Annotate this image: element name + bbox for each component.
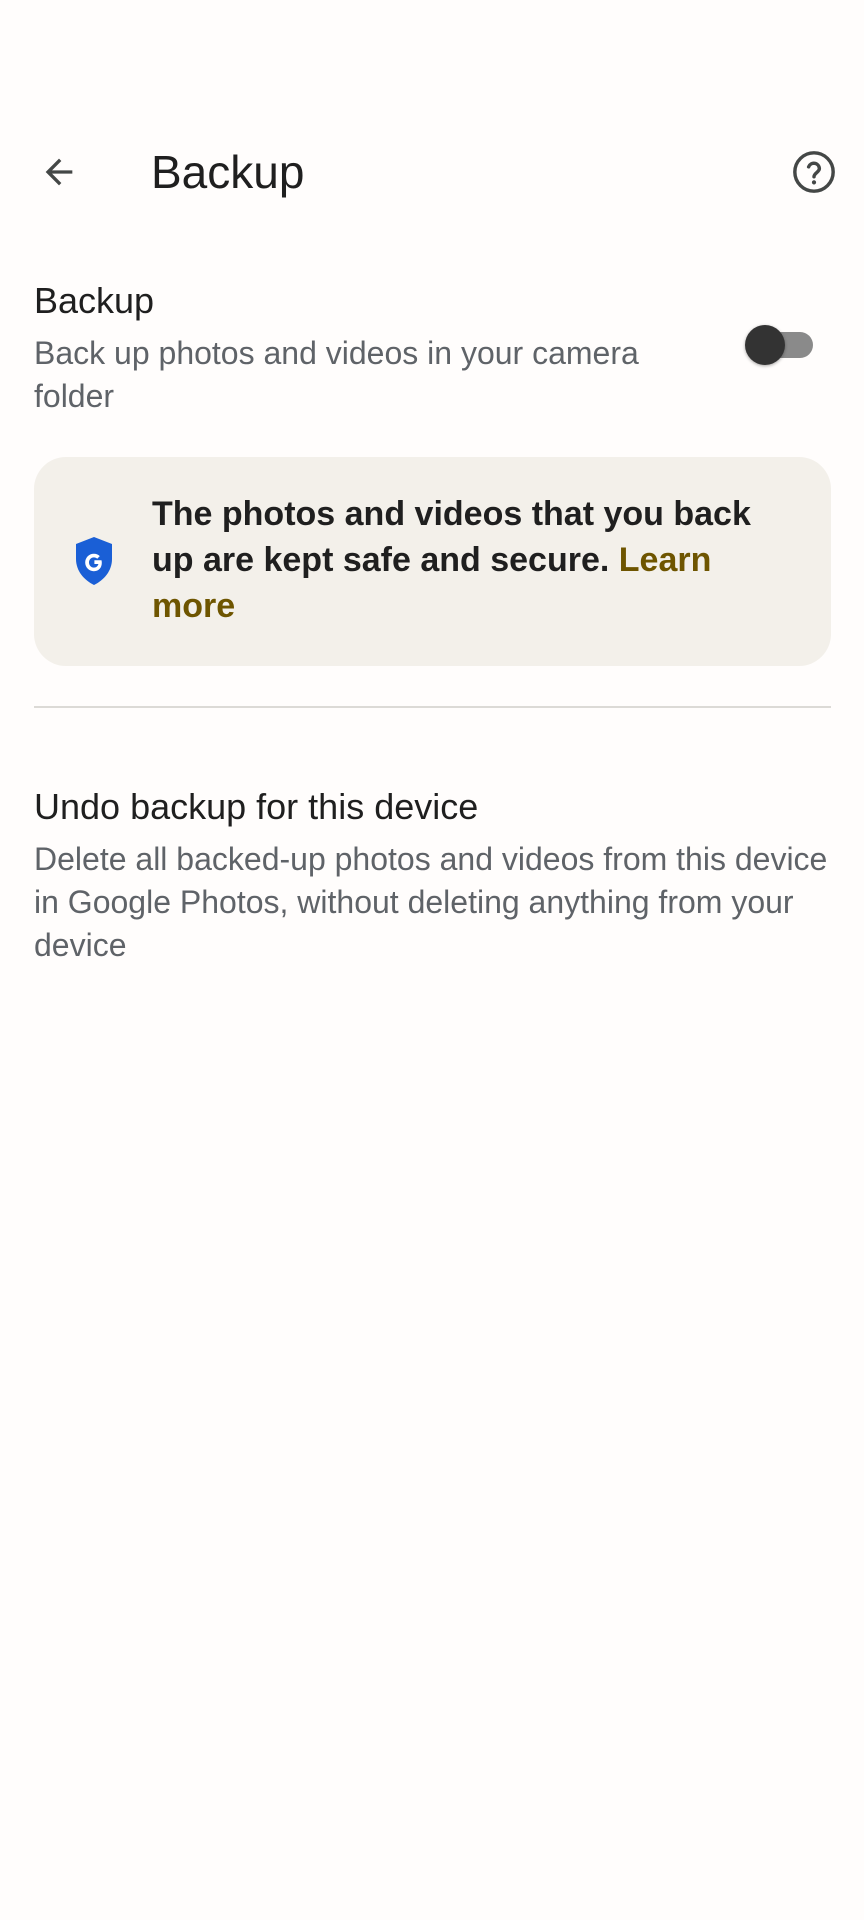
page-title: Backup xyxy=(151,146,305,198)
help-circle-icon xyxy=(793,151,835,193)
undo-backup-description: Delete all backed-up photos and videos f… xyxy=(34,841,828,963)
backup-toggle[interactable] xyxy=(737,320,817,370)
top-app-bar: Backup xyxy=(0,112,864,232)
backup-setting-row[interactable]: Backup Back up photos and videos in your… xyxy=(34,270,830,420)
arrow-back-icon xyxy=(45,158,73,186)
help-button[interactable] xyxy=(778,136,850,208)
backup-info-card: The photos and videos that you back up a… xyxy=(34,457,831,666)
section-divider xyxy=(34,706,831,708)
undo-backup-title: Undo backup for this device xyxy=(34,786,479,827)
toggle-thumb xyxy=(745,325,785,365)
google-shield-icon xyxy=(76,537,112,585)
back-button[interactable] xyxy=(23,136,95,208)
backup-setting-title: Backup xyxy=(34,280,155,321)
backup-setting-description: Back up photos and videos in your camera… xyxy=(34,335,639,414)
info-card-text: The photos and videos that you back up a… xyxy=(152,491,792,629)
undo-backup-row[interactable]: Undo backup for this device Delete all b… xyxy=(34,780,834,980)
